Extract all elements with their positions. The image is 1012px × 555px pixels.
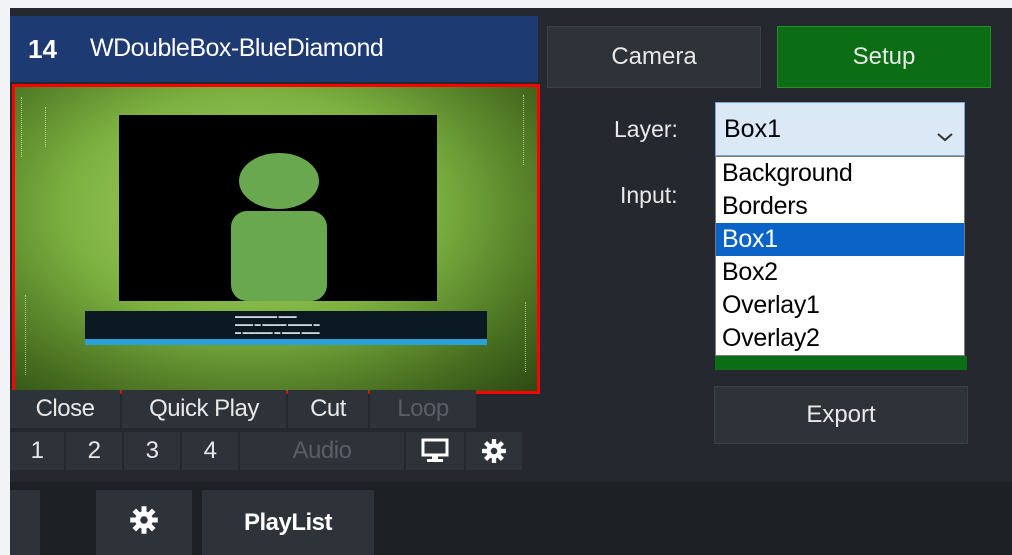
person-head-icon (239, 153, 319, 209)
close-button[interactable]: Close (10, 390, 120, 428)
settings-button[interactable] (96, 490, 192, 555)
decor-line (507, 302, 526, 372)
input-settings-button[interactable] (466, 432, 522, 470)
vmix-input-window: 14 WDoubleBox-BlueDiamond ▬▬▬▬▬▬▬ ▬▬▬ ▬▬… (10, 8, 1012, 555)
input-number: 14 (28, 34, 57, 64)
hidden-green-button[interactable] (715, 356, 967, 370)
camera-tab[interactable]: Camera (547, 26, 761, 88)
lower-third-stripe (85, 339, 487, 345)
monitor-icon (421, 438, 449, 464)
gear-icon (129, 505, 159, 540)
box1-placeholder (119, 115, 437, 301)
layer-select-value: Box1 (724, 115, 781, 143)
lower-third-line: ▬▬▬ ▬ ▬▬▬▬ ▬▬▬▬ ▬ (235, 322, 320, 328)
person-body-icon (231, 211, 327, 301)
input-preview[interactable]: ▬▬▬▬▬▬▬ ▬▬▬ ▬▬▬ ▬ ▬▬▬▬ ▬▬▬▬ ▬ ▬ ▬▬▬▬▬ ▬ … (12, 84, 540, 394)
overlay-1-button[interactable]: 1 (10, 432, 64, 470)
export-button[interactable]: Export (714, 386, 968, 444)
overlay-4-button[interactable]: 4 (182, 432, 238, 470)
layer-select[interactable]: Box1 (715, 102, 965, 156)
decor-line (25, 295, 40, 375)
overlay-3-button[interactable]: 3 (124, 432, 180, 470)
layer-option-overlay1[interactable]: Overlay1 (716, 289, 964, 322)
input-label: Input: (620, 182, 678, 208)
layer-option-borders[interactable]: Borders (716, 190, 964, 223)
chevron-down-icon (936, 121, 954, 150)
layer-option-overlay2[interactable]: Overlay2 (716, 322, 964, 355)
lower-third-line: ▬ ▬▬▬▬▬ ▬ ▬▬▬ ▬▬▬ (235, 330, 320, 336)
decor-line (509, 95, 524, 165)
quick-play-button[interactable]: Quick Play (122, 390, 286, 428)
layer-label: Layer: (614, 116, 678, 142)
setup-tab[interactable]: Setup (777, 26, 991, 88)
decor-line (35, 107, 46, 147)
layer-option-background[interactable]: Background (716, 157, 964, 190)
lower-third-line: ▬▬▬▬▬▬▬ ▬▬▬ (235, 314, 297, 320)
lower-third: ▬▬▬▬▬▬▬ ▬▬▬ ▬▬▬ ▬ ▬▬▬▬ ▬▬▬▬ ▬ ▬ ▬▬▬▬▬ ▬ … (85, 311, 487, 345)
input-title: WDoubleBox-BlueDiamond (90, 34, 384, 62)
audio-button[interactable]: Audio (240, 432, 404, 470)
loop-button[interactable]: Loop (370, 390, 476, 428)
input-controls-row-1: Close Quick Play Cut Loop (10, 390, 478, 430)
input-controls-row-2: 1 2 3 4 Audio (10, 432, 524, 472)
playlist-button[interactable]: PlayList (202, 490, 374, 555)
overlay-2-button[interactable]: 2 (66, 432, 122, 470)
gear-icon (481, 438, 507, 464)
cut-button[interactable]: Cut (288, 390, 368, 428)
layer-option-box1[interactable]: Box1 (716, 223, 964, 256)
output-monitor-button[interactable] (406, 432, 464, 470)
bottom-left-button[interactable] (10, 490, 40, 555)
layer-dropdown-list: Background Borders Box1 Box2 Overlay1 Ov… (715, 156, 965, 356)
layer-option-box2[interactable]: Box2 (716, 256, 964, 289)
input-header: 14 WDoubleBox-BlueDiamond (10, 16, 538, 82)
bottom-bar: PlayList (10, 482, 1012, 555)
